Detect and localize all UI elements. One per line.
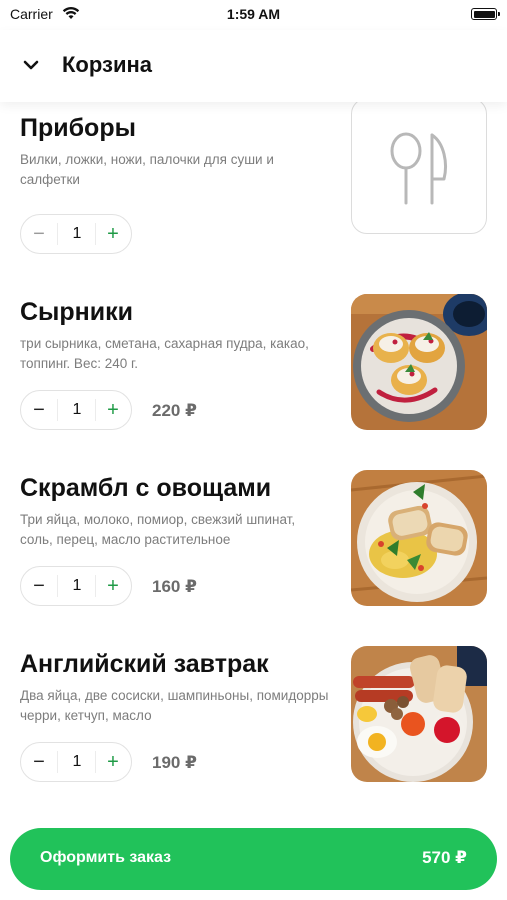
item-title: Сырники (20, 298, 134, 326)
cart-list: Приборы Вилки, ложки, ножи, палочки для … (0, 102, 507, 812)
quantity-stepper: − 1 + (20, 566, 132, 606)
quantity-stepper: − 1 + (20, 390, 132, 430)
cart-item-syrniki: Сырники три сырника, сметана, сахарная п… (0, 292, 507, 468)
battery-icon (471, 8, 500, 20)
item-title: Приборы (20, 114, 136, 142)
minus-icon[interactable]: − (21, 743, 57, 781)
chevron-down-icon[interactable] (18, 52, 44, 78)
scramble-photo (351, 470, 487, 606)
english-breakfast-photo (351, 646, 487, 782)
plus-icon[interactable]: + (95, 215, 131, 253)
plus-icon[interactable]: + (95, 743, 131, 781)
minus-icon[interactable]: − (21, 567, 57, 605)
header: Корзина (0, 30, 507, 102)
minus-icon[interactable]: − (21, 215, 57, 253)
page-title: Корзина (62, 52, 152, 77)
checkout-total: 570 ₽ (422, 848, 467, 867)
item-description: Вилки, ложки, ножи, палочки для суши и с… (20, 152, 274, 187)
status-bar: Carrier 1:59 AM (0, 0, 507, 30)
quantity-value: 1 (72, 753, 82, 770)
cart-item-scramble: Скрамбл с овощами Три яйца, молоко, поми… (0, 468, 507, 644)
quantity-stepper: − 1 + (20, 742, 132, 782)
checkout-button[interactable]: Оформить заказ 570 ₽ (10, 828, 497, 890)
cart-item-english-breakfast: Английский завтрак Два яйца, две сосиски… (0, 644, 507, 812)
item-price: 160 ₽ (152, 577, 197, 596)
item-price: 220 ₽ (152, 401, 197, 420)
cutlery-icon (351, 102, 487, 234)
quantity-value: 1 (72, 401, 82, 418)
cart-item-cutlery: Приборы Вилки, ложки, ножи, палочки для … (0, 102, 507, 270)
item-title: Английский завтрак (20, 650, 269, 678)
clock: 1:59 AM (226, 6, 281, 22)
syrniki-photo (351, 294, 487, 430)
item-description: три сырника, сметана, сахарная пудра, ка… (20, 336, 309, 371)
item-description: Три яйца, молоко, помиор, свежзий шпинат… (20, 512, 296, 547)
quantity-value: 1 (72, 225, 82, 242)
plus-icon[interactable]: + (95, 391, 131, 429)
quantity-value: 1 (72, 577, 82, 594)
plus-icon[interactable]: + (95, 567, 131, 605)
item-price: 190 ₽ (152, 753, 197, 772)
quantity-stepper: − 1 + (20, 214, 132, 254)
checkout-label: Оформить заказ (40, 849, 172, 866)
minus-icon[interactable]: − (21, 391, 57, 429)
item-description: Два яйца, две сосиски, шампиньоны, помид… (20, 688, 329, 723)
item-title: Скрамбл с овощами (20, 474, 272, 502)
